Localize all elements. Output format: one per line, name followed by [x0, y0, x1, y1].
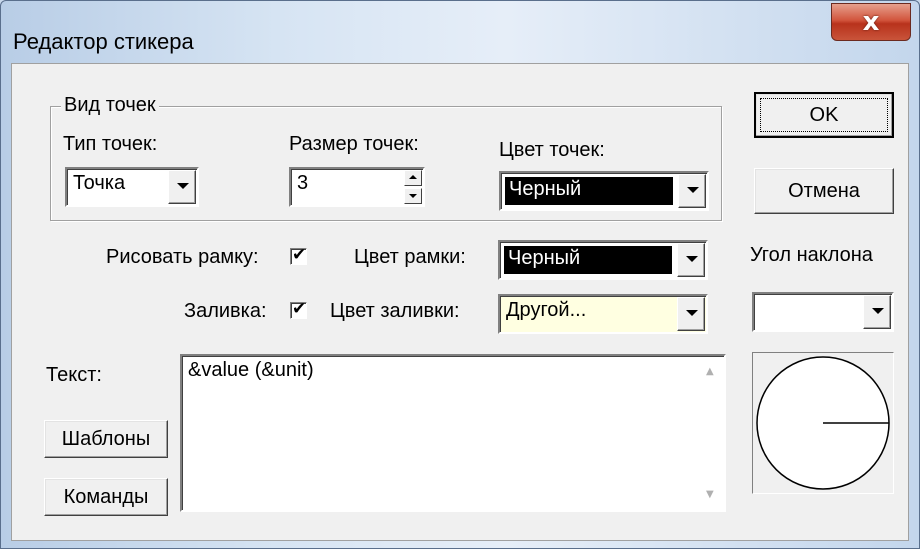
dot-type-select[interactable]: Точка	[65, 167, 199, 207]
angle-dial-icon	[756, 356, 890, 490]
close-icon: x	[862, 7, 880, 37]
title-bar[interactable]: Редактор стикера x	[1, 1, 919, 57]
dot-size-label: Размер точек:	[289, 133, 419, 155]
fill-color-select[interactable]: Другой...	[498, 294, 708, 334]
spin-down-icon[interactable]	[404, 188, 422, 204]
angle-select[interactable]	[752, 292, 894, 332]
draw-frame-label: Рисовать рамку:	[106, 246, 259, 268]
cancel-button-label: Отмена	[788, 179, 860, 202]
scroll-down-icon[interactable]: ▼	[706, 489, 714, 500]
ok-button[interactable]: OK	[754, 92, 894, 138]
dialog-window: Редактор стикера x Вид точек Тип точек: …	[0, 0, 920, 549]
templates-button[interactable]: Шаблоны	[44, 420, 168, 458]
frame-color-label: Цвет рамки:	[354, 246, 466, 268]
angle-label: Угол наклона	[750, 244, 873, 266]
commands-button[interactable]: Команды	[44, 478, 168, 516]
dot-color-label: Цвет точек:	[499, 139, 605, 161]
chevron-down-icon[interactable]	[677, 297, 705, 331]
fill-color-value: Другой...	[506, 299, 587, 321]
chevron-down-icon[interactable]	[168, 170, 196, 204]
spin-up-icon[interactable]	[404, 170, 422, 186]
dot-color-value: Черный	[505, 177, 673, 205]
cancel-button[interactable]: Отмена	[754, 168, 894, 214]
dot-style-group-legend: Вид точек	[61, 94, 159, 117]
close-button[interactable]: x	[831, 3, 911, 41]
chevron-down-icon[interactable]	[678, 174, 706, 208]
window-title: Редактор стикера	[13, 29, 194, 54]
chevron-down-icon[interactable]	[863, 295, 891, 329]
angle-preview[interactable]	[752, 352, 894, 494]
dot-size-spinner[interactable]: 3	[289, 167, 425, 207]
commands-button-label: Команды	[63, 485, 149, 508]
dialog-client-area: Вид точек Тип точек: Точка Размер точек:…	[11, 63, 909, 541]
frame-color-select[interactable]: Черный	[498, 240, 708, 280]
fill-label: Заливка:	[184, 300, 267, 322]
text-label: Текст:	[46, 364, 102, 386]
dot-color-select[interactable]: Черный	[499, 171, 709, 211]
fill-color-label: Цвет заливки:	[330, 300, 460, 322]
fill-checkbox[interactable]	[290, 299, 307, 319]
frame-color-value: Черный	[504, 246, 672, 274]
scroll-up-icon[interactable]: ▲	[706, 366, 714, 377]
text-editor-value: &value (&unit)	[188, 359, 314, 381]
draw-frame-checkbox[interactable]	[290, 245, 307, 265]
dot-size-value: 3	[297, 172, 309, 194]
dot-type-label: Тип точек:	[63, 133, 158, 155]
templates-button-label: Шаблоны	[61, 427, 151, 450]
dot-style-group: Вид точек Тип точек: Точка Размер точек:…	[50, 94, 722, 221]
focus-rect	[760, 98, 888, 132]
dot-type-value: Точка	[73, 172, 126, 194]
chevron-down-icon[interactable]	[677, 243, 705, 277]
text-editor[interactable]: &value (&unit) ▲ ▼	[180, 354, 726, 512]
text-scrollbar[interactable]: ▲ ▼	[702, 358, 722, 508]
